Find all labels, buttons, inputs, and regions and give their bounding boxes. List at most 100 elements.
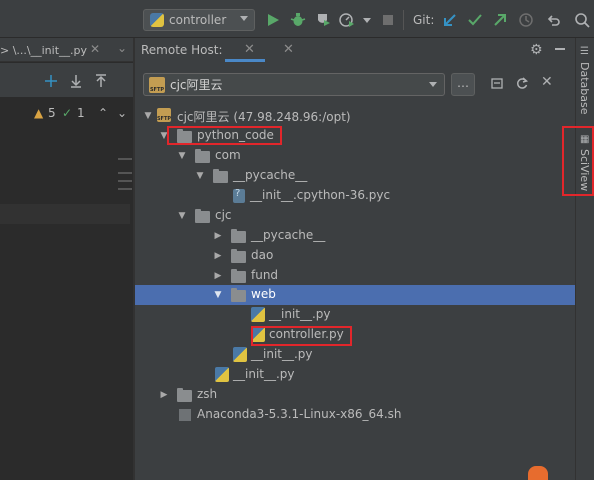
annotation-highlight-sciview (562, 126, 594, 196)
collapse-icon[interactable] (490, 76, 504, 90)
folder-icon (231, 249, 246, 263)
tree-label: __init__.cpython-36.pyc (250, 188, 391, 202)
tree-row-folder[interactable]: ▼ __pycache__ (135, 166, 575, 186)
tree-row-file[interactable]: __init__.py (135, 305, 575, 325)
profile-icon[interactable] (339, 12, 355, 28)
git-update-icon[interactable] (442, 12, 458, 28)
panel-title: Remote Host: (141, 43, 223, 57)
profile-dropdown-icon[interactable] (360, 12, 376, 28)
error-stripe-mark[interactable] (118, 158, 132, 160)
rollback-icon[interactable] (545, 12, 561, 28)
tree-label: __init__.py (251, 347, 313, 361)
tree-label: Anaconda3-5.3.1-Linux-x86_64.sh (197, 407, 402, 421)
tree-row-folder[interactable]: ▼ com (135, 146, 575, 166)
tree-label: __init__.py (269, 307, 331, 321)
collapse-arrow-icon[interactable]: ▶ (213, 231, 223, 241)
warning-count: 5 (48, 106, 56, 120)
tree-label: cjc (215, 208, 232, 222)
error-stripe-mark[interactable] (118, 188, 132, 190)
run-configuration-dropdown[interactable]: controller (143, 9, 255, 31)
collapse-arrow-icon[interactable]: ▶ (159, 390, 169, 400)
floating-widget-icon[interactable] (528, 466, 548, 480)
git-label: Git: (413, 13, 435, 27)
tree-row-file[interactable]: controller.py (135, 325, 575, 345)
sftp-icon: SFTP (149, 76, 165, 93)
browse-button[interactable]: … (451, 73, 475, 96)
close-icon[interactable]: ✕ (90, 42, 100, 56)
run-config-label: controller (169, 13, 227, 27)
warning-icon: ▲ (34, 106, 44, 120)
minimize-icon[interactable] (555, 48, 565, 50)
error-stripe-mark[interactable] (118, 180, 132, 182)
tree-row-folder-selected[interactable]: ▼ web (135, 285, 575, 305)
close-icon[interactable]: ✕ (283, 42, 294, 57)
run-with-coverage-icon[interactable] (315, 12, 331, 28)
tree-row-folder[interactable]: ▶ __pycache__ (135, 226, 575, 246)
tree-row-folder[interactable]: ▶ zsh (135, 385, 575, 405)
expand-arrow-icon[interactable]: ▼ (213, 290, 223, 300)
tree-row-folder[interactable]: ▼ cjc (135, 206, 575, 226)
scroll-down-icon[interactable] (69, 74, 83, 88)
history-icon[interactable] (518, 12, 534, 28)
scroll-up-icon[interactable] (94, 74, 108, 88)
expand-arrow-icon[interactable]: ▼ (195, 171, 205, 181)
expand-arrow-icon[interactable]: ▼ (177, 211, 187, 221)
annotation-highlight-python-code (167, 126, 282, 145)
folder-icon (231, 229, 246, 243)
remote-file-tree: ▼ SFTP cjc阿里云 (47.98.248.96:/opt) ▼ pyth… (135, 106, 575, 480)
tree-row-folder[interactable]: ▶ fund (135, 266, 575, 286)
inspection-widget: ▲ 5 ✓ 1 ⌃ ⌄ (0, 98, 135, 128)
tree-row-file[interactable]: __init__.py (135, 365, 575, 385)
error-stripe-mark[interactable] (118, 172, 132, 174)
close-icon[interactable]: ✕ (541, 74, 553, 90)
debug-icon[interactable] (290, 12, 306, 28)
tree-label: fund (251, 268, 279, 282)
chevron-up-icon[interactable]: ⌃ (98, 106, 108, 120)
database-tool-button[interactable]: Database (578, 62, 591, 115)
annotation-highlight-controller (251, 326, 352, 346)
editor-tool-row (0, 63, 135, 97)
editor-area[interactable] (0, 128, 130, 480)
check-icon: ✓ (62, 106, 73, 120)
host-name: cjc阿里云 (170, 78, 223, 92)
right-tool-strip: ☰ Database ▦ SciView (575, 38, 594, 480)
main-toolbar: controller Git: (0, 0, 594, 38)
close-tab-icon[interactable]: ✕ (244, 42, 255, 57)
python-icon (150, 13, 164, 27)
toolbar-separator (403, 10, 404, 30)
python-file-icon (233, 347, 247, 362)
tree-label: com (215, 148, 241, 162)
gear-icon[interactable]: ⚙ (530, 42, 543, 58)
folder-icon (195, 149, 210, 163)
tree-row-host[interactable]: ▼ SFTP cjc阿里云 (47.98.248.96:/opt) (135, 106, 575, 126)
editor-tab-init[interactable]: > \...\__init__.py (0, 44, 87, 57)
git-commit-icon[interactable] (467, 12, 483, 28)
stop-icon[interactable] (380, 12, 396, 28)
collapse-arrow-icon[interactable]: ▶ (213, 251, 223, 261)
tree-row-file[interactable]: __init__.py (135, 345, 575, 365)
tree-label: __init__.py (233, 367, 295, 381)
folder-icon (231, 269, 246, 283)
run-icon[interactable] (265, 12, 281, 28)
chevron-down-icon[interactable]: ⌄ (117, 106, 127, 120)
expand-arrow-icon[interactable]: ▼ (177, 151, 187, 161)
git-push-icon[interactable] (492, 12, 508, 28)
tree-row-file[interactable]: __init__.cpython-36.pyc (135, 186, 575, 206)
tree-row-file[interactable]: Anaconda3-5.3.1-Linux-x86_64.sh (135, 405, 575, 425)
chevron-down-icon[interactable]: ⌄ (117, 41, 127, 55)
tree-label: zsh (197, 387, 218, 401)
folder-icon (195, 209, 210, 223)
collapse-arrow-icon[interactable]: ▶ (213, 271, 223, 281)
expand-arrow-icon[interactable]: ▼ (143, 111, 153, 121)
search-icon[interactable] (574, 12, 590, 28)
host-dropdown[interactable]: SFTP cjc阿里云 (143, 73, 445, 96)
tree-label: dao (251, 248, 274, 262)
python-file-icon (251, 307, 265, 322)
folder-icon (213, 169, 228, 183)
editor-tab-bar: > \...\__init__.py ✕ ⌄ (0, 38, 135, 62)
locate-icon[interactable] (44, 74, 58, 88)
tree-row-folder[interactable]: ▶ dao (135, 246, 575, 266)
refresh-icon[interactable] (515, 76, 529, 90)
shell-file-icon (179, 409, 191, 421)
sftp-icon: SFTP (157, 108, 171, 122)
